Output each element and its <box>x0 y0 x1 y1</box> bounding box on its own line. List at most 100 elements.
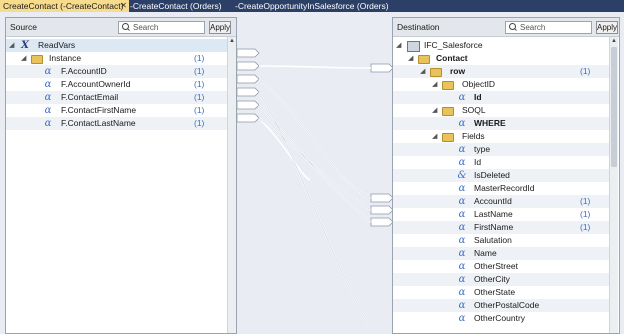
count-badge: (1) <box>194 66 205 76</box>
tree-label: FirstName <box>474 222 514 232</box>
alpha-field-icon: α <box>44 92 52 103</box>
panel-title: Source <box>10 22 37 32</box>
tree-item-field[interactable]: α Salutation <box>393 234 609 247</box>
tree-label: F.ContactLastName <box>61 118 136 128</box>
tree-label: row <box>450 66 466 76</box>
tree-item-field[interactable]: α OtherPostalCode <box>393 299 609 312</box>
boolean-field-icon: & <box>457 170 467 181</box>
tree-label: WHERE <box>474 118 506 128</box>
collapse-icon[interactable]: ◢ <box>432 104 437 117</box>
alpha-field-icon: α <box>458 300 466 311</box>
tree-item-field[interactable]: & IsDeleted <box>393 169 609 182</box>
tree-item-field[interactable]: α AccountId (1) <box>393 195 609 208</box>
tree-item-objectid[interactable]: ◢ ObjectID <box>393 78 609 91</box>
alpha-field-icon: α <box>44 118 52 129</box>
tree-item-id[interactable]: α Id <box>393 91 609 104</box>
folder-icon <box>442 133 454 142</box>
tree-label: Id <box>474 92 482 102</box>
tree-label: Contact <box>436 53 468 63</box>
tree-item-field[interactable]: α type <box>393 143 609 156</box>
count-badge: (1) <box>194 105 205 115</box>
collapse-icon[interactable]: ◢ <box>420 65 425 78</box>
tree-label: Instance <box>49 53 82 63</box>
count-badge: (1) <box>194 53 205 63</box>
dest-connector[interactable] <box>370 193 394 203</box>
source-connector[interactable] <box>236 113 260 123</box>
alpha-field-icon: α <box>458 118 466 129</box>
tree-label: OtherCity <box>474 274 510 284</box>
search-icon <box>122 23 129 30</box>
tree-item-field[interactable]: α OtherStreet <box>393 260 609 273</box>
tree-label: IFC_Salesforce <box>424 40 483 50</box>
dest-connector[interactable] <box>370 217 394 227</box>
source-connector[interactable] <box>236 61 260 71</box>
tree-item-field[interactable]: α F.AccountOwnerId (1) <box>6 78 228 91</box>
search-input[interactable]: Search <box>505 21 592 34</box>
tree-label: OtherPostalCode <box>474 300 540 310</box>
alpha-field-icon: α <box>458 92 466 103</box>
scrollbar[interactable]: ▲ <box>609 37 618 333</box>
tree-item-field[interactable]: α Name <box>393 247 609 260</box>
apply-button[interactable]: Apply <box>209 21 231 34</box>
scroll-thumb[interactable] <box>611 47 617 167</box>
tree-label: Fields <box>462 131 485 141</box>
scroll-up-icon[interactable]: ▲ <box>228 37 236 45</box>
tree-item-fields[interactable]: ◢ Fields <box>393 130 609 143</box>
alpha-field-icon: α <box>458 248 466 259</box>
alpha-field-icon: α <box>458 313 466 324</box>
tree-item-field[interactable]: α F.AccountID (1) <box>6 65 228 78</box>
source-connector[interactable] <box>236 48 260 58</box>
alpha-field-icon: α <box>458 274 466 285</box>
tree-item-field[interactable]: α OtherCountry <box>393 312 609 325</box>
tree-item-row[interactable]: ◢ row (1) <box>393 65 609 78</box>
collapse-icon[interactable]: ◢ <box>432 130 437 143</box>
tree-label: OtherStreet <box>474 261 518 271</box>
tree-item-field[interactable]: α FirstName (1) <box>393 221 609 234</box>
tree-label: Salutation <box>474 235 512 245</box>
alpha-field-icon: α <box>458 196 466 207</box>
search-input[interactable]: Search <box>118 21 205 34</box>
source-connector[interactable] <box>236 100 260 110</box>
search-icon <box>509 23 516 30</box>
folder-icon <box>430 68 442 77</box>
alpha-field-icon: α <box>458 144 466 155</box>
apply-button[interactable]: Apply <box>596 21 618 34</box>
folder-icon <box>31 55 43 64</box>
tree-item-field[interactable]: α F.ContactLastName (1) <box>6 117 228 130</box>
tree-item-soql[interactable]: ◢ SOQL <box>393 104 609 117</box>
dest-connector[interactable] <box>370 63 394 73</box>
tree-item-readvars[interactable]: ◢ X ReadVars <box>6 39 228 52</box>
alpha-field-icon: α <box>44 79 52 90</box>
alpha-field-icon: α <box>458 183 466 194</box>
collapse-icon[interactable]: ◢ <box>408 52 413 65</box>
dest-connector[interactable] <box>370 205 394 215</box>
tree-item-field[interactable]: α MasterRecordId <box>393 182 609 195</box>
count-badge: (1) <box>580 222 591 232</box>
collapse-icon[interactable]: ◢ <box>21 52 26 65</box>
source-connector[interactable] <box>236 74 260 84</box>
destination-header: Destination Search Apply <box>393 18 619 37</box>
tree-item-field[interactable]: α LastName (1) <box>393 208 609 221</box>
tree-item-field[interactable]: α Id <box>393 156 609 169</box>
tree-item-field[interactable]: α OtherState <box>393 286 609 299</box>
tree-item-field[interactable]: α OtherCity <box>393 273 609 286</box>
tree-item-contact[interactable]: ◢ Contact <box>393 52 609 65</box>
tree-item-field[interactable]: α F.ContactEmail (1) <box>6 91 228 104</box>
tree-item-ifc-salesforce[interactable]: ◢ IFC_Salesforce <box>393 39 609 52</box>
folder-icon <box>418 55 430 64</box>
alpha-field-icon: α <box>44 105 52 116</box>
alpha-field-icon: α <box>458 235 466 246</box>
count-badge: (1) <box>580 209 591 219</box>
tree-item-field[interactable]: α F.ContactFirstName (1) <box>6 104 228 117</box>
collapse-icon[interactable]: ◢ <box>432 78 437 91</box>
scroll-up-icon[interactable]: ▲ <box>610 37 618 45</box>
tree-label: ObjectID <box>462 79 496 89</box>
collapse-icon[interactable]: ◢ <box>9 39 14 52</box>
database-icon <box>407 41 420 52</box>
tree-item-instance[interactable]: ◢ Instance (1) <box>6 52 228 65</box>
tree-label: SOQL <box>462 105 486 115</box>
source-connector[interactable] <box>236 87 260 97</box>
scrollbar[interactable]: ▲ <box>227 37 236 333</box>
tree-item-where[interactable]: α WHERE <box>393 117 609 130</box>
collapse-icon[interactable]: ◢ <box>396 39 401 52</box>
